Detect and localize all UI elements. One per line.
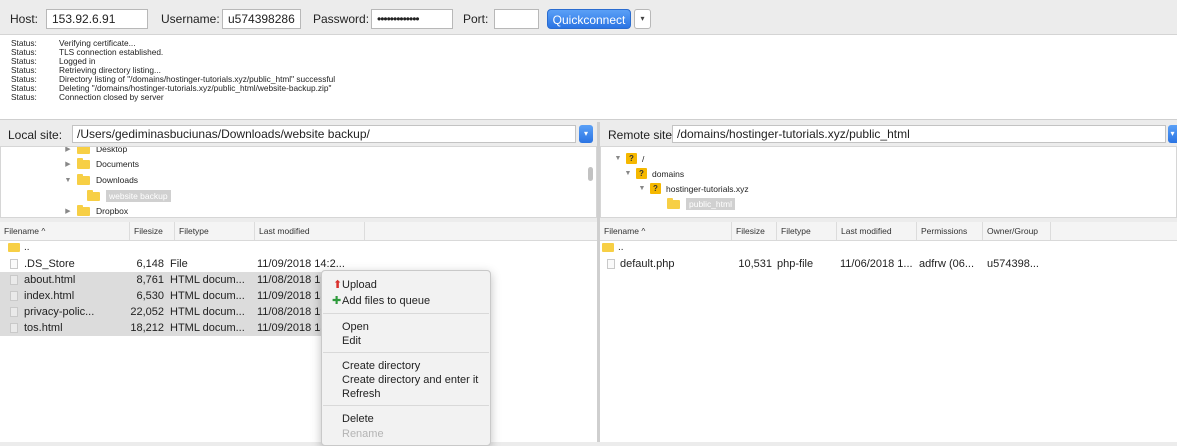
tree-item-downloads[interactable]: ▼ Downloads — [63, 173, 138, 185]
column-filetype[interactable]: Filetype — [777, 222, 837, 240]
chevron-down-icon: ▾ — [640, 14, 645, 23]
username-label: Username: — [161, 12, 220, 26]
unknown-folder-icon: ? — [636, 168, 647, 179]
log-line: Status: Connection closed by server — [11, 92, 164, 102]
tree-scrollbar-thumb[interactable] — [588, 167, 593, 181]
html-file-icon — [10, 323, 18, 333]
expand-arrow-icon[interactable]: ▶ — [63, 160, 73, 168]
context-menu: ⬆ Upload ✚ Add files to queue Open Edit … — [321, 270, 491, 446]
html-file-icon — [10, 291, 18, 301]
folder-icon — [667, 197, 680, 209]
folder-icon — [77, 157, 90, 169]
column-filesize[interactable]: Filesize — [732, 222, 777, 240]
column-owner-group[interactable]: Owner/Group — [983, 222, 1051, 240]
host-label: Host: — [10, 12, 39, 26]
password-label: Password: — [313, 12, 370, 26]
table-row[interactable]: tos.html 18,212 HTML docum... 11/09/2018… — [0, 320, 322, 336]
column-last-modified[interactable]: Last modified — [837, 222, 917, 240]
remote-list-header: Filename ^ Filesize Filetype Last modifi… — [600, 222, 1177, 241]
quickconnect-bar: Host: Username: Password: Port: Quickcon… — [0, 0, 1177, 35]
folder-icon — [77, 204, 90, 216]
file-icon — [10, 259, 18, 269]
table-row[interactable]: .DS_Store 6,148 File 11/09/2018 14:2... — [0, 256, 370, 272]
menu-item-create-directory-enter[interactable]: Create directory and enter it — [342, 374, 478, 386]
table-row[interactable]: index.html 6,530 HTML docum... 11/09/201… — [0, 288, 322, 304]
tree-item-dropbox[interactable]: ▶ Dropbox — [63, 204, 128, 216]
menu-item-edit[interactable]: Edit — [342, 335, 361, 347]
menu-item-open[interactable]: Open — [342, 321, 369, 333]
tree-item-domains[interactable]: ▼? domains — [623, 168, 684, 179]
chevron-down-icon: ▾ — [583, 129, 588, 138]
table-row[interactable]: privacy-polic... 22,052 HTML docum... 11… — [0, 304, 322, 320]
folder-icon — [77, 173, 90, 185]
add-to-queue-icon: ✚ — [332, 295, 342, 307]
table-row[interactable]: default.php 10,531 php-file 11/06/2018 1… — [600, 256, 1177, 272]
html-file-icon — [10, 275, 18, 285]
menu-item-rename[interactable]: Rename — [342, 428, 384, 440]
chevron-down-icon: ▾ — [1170, 129, 1175, 138]
column-filename[interactable]: Filename ^ — [600, 222, 732, 240]
tree-item-root[interactable]: ▼? / — [613, 153, 644, 164]
port-label: Port: — [463, 12, 489, 26]
upload-arrow-icon: ⬆ — [333, 279, 343, 291]
menu-separator — [323, 405, 489, 406]
collapse-arrow-icon[interactable]: ▼ — [613, 155, 623, 162]
remote-directory-tree[interactable]: ▼? / ▼? domains ▼? hostinger-tutorials.xyz … — [600, 146, 1177, 218]
column-filesize[interactable]: Filesize — [130, 222, 175, 240]
folder-icon — [87, 189, 100, 201]
list-item-parent[interactable]: .. — [600, 240, 1177, 256]
local-list-header: Filename ^ Filesize Filetype Last modifi… — [0, 222, 597, 241]
quickconnect-button[interactable]: Quickconnect — [547, 9, 631, 29]
local-site-bar: Local site: /Users/gediminasbuciunas/Dow… — [0, 122, 597, 146]
username-input[interactable] — [222, 9, 301, 29]
folder-icon — [602, 243, 614, 252]
local-directory-tree[interactable]: ▶ Desktop ▶ Documents ▼ Downloads website b… — [0, 146, 597, 218]
column-permissions[interactable]: Permissions — [917, 222, 983, 240]
collapse-arrow-icon[interactable]: ▼ — [63, 177, 73, 184]
unknown-folder-icon: ? — [650, 183, 661, 194]
remote-site-label: Remote site: — [608, 128, 676, 142]
menu-item-refresh[interactable]: Refresh — [342, 388, 381, 400]
local-site-label: Local site: — [8, 128, 63, 142]
port-input[interactable] — [494, 9, 539, 29]
column-last-modified[interactable]: Last modified — [255, 222, 365, 240]
tree-item-public-html[interactable]: public_html — [663, 197, 735, 210]
menu-separator — [323, 352, 489, 353]
menu-separator — [323, 313, 489, 314]
menu-item-upload[interactable]: Upload — [342, 279, 377, 291]
host-input[interactable] — [46, 9, 148, 29]
folder-icon — [77, 147, 90, 154]
tree-item-website-backup[interactable]: website backup — [83, 189, 171, 202]
password-input[interactable] — [371, 9, 453, 29]
remote-site-dropdown[interactable]: ▾ — [1168, 125, 1177, 143]
column-filename[interactable]: Filename ^ — [0, 222, 130, 240]
message-log[interactable]: Status: Verifying certificate... Status: T… — [0, 35, 1177, 120]
local-file-list[interactable]: Filename ^ Filesize Filetype Last modifi… — [0, 222, 597, 442]
column-filetype[interactable]: Filetype — [175, 222, 255, 240]
remote-site-bar: Remote site: /domains/hostinger-tutorial… — [600, 122, 1177, 146]
table-row[interactable]: about.html 8,761 HTML docum... 11/08/201… — [0, 272, 322, 288]
collapse-arrow-icon[interactable]: ▼ — [637, 185, 647, 192]
unknown-folder-icon: ? — [626, 153, 637, 164]
expand-arrow-icon[interactable]: ▶ — [63, 207, 73, 215]
local-site-path[interactable]: /Users/gediminasbuciunas/Downloads/websi… — [72, 125, 576, 143]
quickconnect-history-dropdown[interactable]: ▾ — [634, 9, 651, 29]
menu-item-add-to-queue[interactable]: Add files to queue — [342, 295, 430, 307]
remote-file-list[interactable]: Filename ^ Filesize Filetype Last modifi… — [600, 222, 1177, 442]
collapse-arrow-icon[interactable]: ▼ — [623, 170, 633, 177]
tree-item-desktop[interactable]: ▶ Desktop — [63, 147, 127, 154]
file-icon — [607, 259, 615, 269]
remote-site-path[interactable]: /domains/hostinger-tutorials.xyz/public_… — [672, 125, 1166, 143]
expand-arrow-icon[interactable]: ▶ — [63, 147, 73, 153]
tree-item-documents[interactable]: ▶ Documents — [63, 157, 139, 169]
local-site-dropdown[interactable]: ▾ — [579, 125, 593, 143]
folder-icon — [8, 243, 20, 252]
tree-item-hostinger-tutorials[interactable]: ▼? hostinger-tutorials.xyz — [637, 183, 749, 194]
menu-item-create-directory[interactable]: Create directory — [342, 360, 420, 372]
menu-item-delete[interactable]: Delete — [342, 413, 374, 425]
html-file-icon — [10, 307, 18, 317]
list-item-parent[interactable]: .. — [0, 240, 597, 256]
